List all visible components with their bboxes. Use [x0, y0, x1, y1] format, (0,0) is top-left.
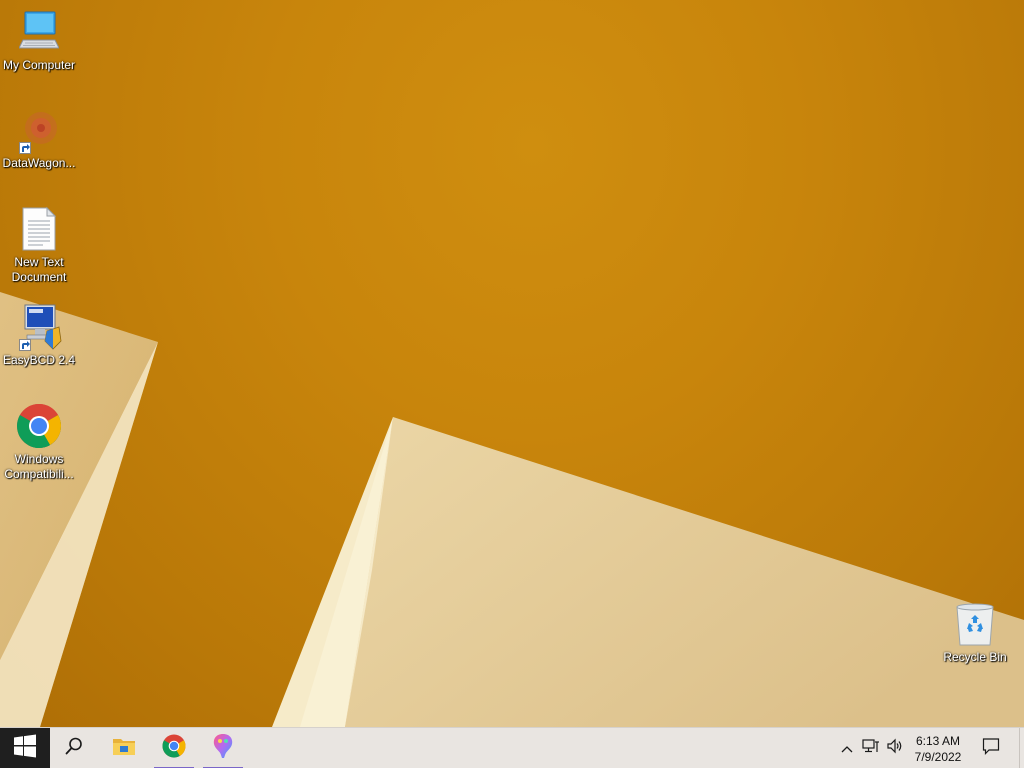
network-icon	[862, 738, 880, 759]
action-center-icon	[982, 737, 1000, 760]
taskbar-paint[interactable]	[199, 728, 247, 768]
chrome-icon	[15, 402, 63, 450]
text-document-icon	[15, 205, 63, 253]
desktop-icon-label: Windows Compatibili...	[4, 452, 74, 481]
desktop-icon-label: DataWagon...	[2, 156, 76, 170]
chevron-up-icon	[841, 740, 853, 758]
desktop[interactable]: My Computer DataWagon... New Text Docume…	[0, 0, 1024, 727]
action-center-button[interactable]	[976, 728, 1006, 768]
desktop-icon-label: My Computer	[2, 58, 76, 72]
folder-icon	[112, 735, 136, 762]
desktop-icon-recycle-bin[interactable]: Recycle Bin	[936, 600, 1014, 665]
desktop-icon-label: EasyBCD 2.4	[2, 353, 76, 367]
easybcd-icon	[15, 303, 63, 351]
volume-button[interactable]	[884, 728, 906, 768]
desktop-icon-label: Recycle Bin	[943, 650, 1007, 664]
clock-time: 6:13 AM	[915, 733, 961, 748]
taskbar-chrome[interactable]	[150, 728, 198, 768]
clock[interactable]: 6:13 AM 7/9/2022	[904, 728, 972, 768]
computer-icon	[15, 8, 63, 56]
wallpaper-shapes	[0, 292, 1024, 727]
desktop-icon-easybcd[interactable]: EasyBCD 2.4	[0, 303, 78, 368]
start-button[interactable]	[0, 728, 50, 768]
desktop-icon-label: New Text Document	[11, 255, 67, 284]
volume-icon	[886, 738, 904, 759]
shortcut-arrow-icon	[19, 142, 31, 154]
shortcut-arrow-icon	[19, 339, 31, 351]
desktop-icon-my-computer[interactable]: My Computer	[0, 8, 78, 73]
clock-date: 7/9/2022	[914, 749, 962, 764]
taskbar-file-explorer[interactable]	[100, 728, 148, 768]
show-hidden-icons-button[interactable]	[838, 728, 856, 768]
datawagon-icon	[15, 106, 63, 154]
desktop-icon-windows-compatibility[interactable]: Windows Compatibili...	[0, 402, 78, 482]
desktop-icon-datawagon[interactable]: DataWagon...	[0, 106, 78, 171]
recycle-bin-icon	[951, 600, 999, 648]
chrome-icon	[162, 734, 186, 763]
paint-app-icon	[212, 733, 234, 764]
windows-logo-icon	[13, 734, 37, 763]
show-desktop-button[interactable]	[1019, 728, 1024, 768]
search-button[interactable]	[50, 728, 98, 768]
desktop-icon-new-text-document[interactable]: New Text Document	[0, 205, 78, 285]
search-icon	[64, 736, 84, 761]
taskbar: 6:13 AM 7/9/2022	[0, 727, 1024, 768]
network-button[interactable]	[860, 728, 882, 768]
